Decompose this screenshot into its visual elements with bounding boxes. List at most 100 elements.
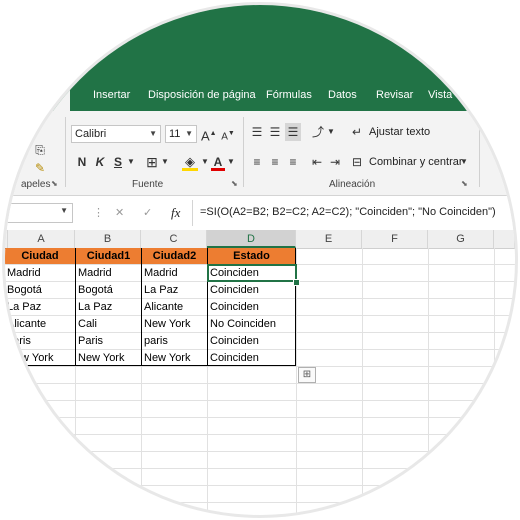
column-header-e[interactable]: E (296, 230, 362, 248)
table-cell[interactable]: Coinciden (208, 299, 295, 315)
tab-datos[interactable]: Datos (328, 81, 357, 111)
table-cell[interactable]: La Paz (142, 282, 207, 298)
table-cell[interactable]: Alicante (5, 316, 75, 332)
header-cell-ciudad1[interactable]: Ciudad1 (76, 248, 141, 264)
table-cell[interactable]: La Paz (5, 299, 75, 315)
group-divider (243, 117, 244, 187)
tab-disposicion[interactable]: Disposición de página (148, 81, 256, 111)
more-icon: ⋮ (93, 207, 104, 219)
table-cell[interactable]: New York (76, 350, 141, 366)
group-label-font: Fuente (132, 179, 164, 190)
table-cell[interactable]: paris (5, 333, 75, 349)
column-header-h[interactable] (494, 230, 515, 248)
table-cell[interactable]: Madrid (142, 265, 207, 281)
font-launcher-icon[interactable]: ⬊ (231, 179, 238, 188)
grow-font-button[interactable]: A▲ (201, 125, 217, 144)
fill-handle[interactable] (293, 279, 300, 286)
tab-revisar[interactable]: Revisar (376, 81, 413, 111)
table-cell[interactable]: New York (142, 350, 207, 366)
chevron-down-icon[interactable]: ▼ (127, 153, 135, 171)
italic-button[interactable]: K (93, 153, 107, 171)
table-cell[interactable]: Bogotá (76, 282, 141, 298)
table-cell[interactable]: No Coinciden (208, 316, 295, 332)
underline-button[interactable]: S (111, 153, 125, 171)
clipboard-launcher-icon[interactable]: ⬊ (51, 179, 58, 188)
formula-divider (192, 200, 193, 226)
alignment-launcher-icon[interactable]: ⬊ (461, 179, 468, 188)
wrap-text-icon[interactable]: ↵ (349, 123, 365, 141)
cancel-icon[interactable]: ✕ (115, 206, 124, 219)
column-header-c[interactable]: C (141, 230, 207, 248)
table-cell[interactable]: Alicante (142, 299, 207, 315)
format-painter-icon[interactable]: ✎ (31, 159, 49, 177)
group-divider (65, 117, 66, 187)
borders-icon[interactable]: ⊞ (143, 153, 161, 171)
copy-icon[interactable]: ⎘ (31, 141, 49, 159)
shrink-font-button[interactable]: A▼ (221, 125, 235, 143)
decrease-indent-icon[interactable]: ⇤ (309, 153, 325, 171)
group-label-clipboard: apeles (21, 179, 51, 190)
ribbon-tab-bar: io Insertar Disposición de página Fórmul… (5, 81, 515, 111)
quick-analysis-icon[interactable]: ⊞ (298, 367, 316, 383)
font-color-button[interactable]: A (211, 153, 225, 171)
worksheet-grid[interactable]: Ciudad Ciudad1 Ciudad2 Estado Madrid Mad… (5, 248, 515, 515)
align-bottom-icon[interactable]: ☰ (285, 123, 301, 141)
align-top-icon[interactable]: ☰ (249, 123, 265, 141)
table-cell[interactable]: Coinciden (208, 350, 295, 366)
table-cell[interactable]: Cali (76, 316, 141, 332)
table-cell[interactable]: New York (5, 350, 75, 366)
increase-indent-icon[interactable]: ⇥ (327, 153, 343, 171)
chevron-down-icon[interactable]: ▼ (227, 153, 235, 171)
formula-input[interactable]: =SI(O(A2=B2; B2=C2; A2=C2); "Coinciden";… (200, 206, 496, 218)
insert-function-icon[interactable]: fx (171, 205, 180, 221)
group-label-alignment: Alineación (329, 179, 376, 190)
table-cell[interactable]: Bogotá (5, 282, 75, 298)
header-cell-ciudad[interactable]: Ciudad (5, 248, 75, 264)
align-left-icon[interactable]: ≡ (249, 153, 265, 171)
shrink-font-label: A (221, 131, 228, 143)
table-cell[interactable]: New York (142, 316, 207, 332)
chevron-down-icon[interactable]: ▼ (327, 123, 335, 141)
column-header-f[interactable]: F (362, 230, 428, 248)
column-header-b[interactable]: B (75, 230, 141, 248)
table-cell[interactable]: Madrid (76, 265, 141, 281)
grow-font-label: A (201, 128, 210, 144)
enter-icon[interactable]: ✓ (143, 206, 152, 219)
tab-inicio[interactable]: io (47, 81, 70, 111)
chevron-down-icon[interactable]: ▼ (60, 206, 68, 215)
align-middle-icon[interactable]: ☰ (267, 123, 283, 141)
align-right-icon[interactable]: ≡ (285, 153, 301, 171)
ribbon: ⎘ ✎ apeles ⬊ Calibri ▼ 11 ▼ A▲ A▼ N K S … (5, 111, 515, 196)
column-header-a[interactable]: A (8, 230, 75, 248)
tab-vista[interactable]: Vista (428, 81, 452, 111)
wrap-text-button[interactable]: Ajustar texto (369, 126, 430, 138)
header-cell-estado[interactable]: Estado (208, 248, 295, 264)
font-size-value: 11 (169, 128, 181, 140)
table-cell[interactable]: Madrid (5, 265, 75, 281)
column-header-d[interactable]: D (207, 230, 296, 248)
table-cell[interactable]: Paris (76, 333, 141, 349)
tab-formulas[interactable]: Fórmulas (266, 81, 312, 111)
font-name-dropdown[interactable]: Calibri ▼ (71, 125, 161, 143)
fill-color-icon[interactable]: ◈ (181, 153, 199, 171)
table-cell[interactable]: La Paz (76, 299, 141, 315)
tab-insertar[interactable]: Insertar (93, 81, 130, 111)
orientation-icon[interactable]: ⤴ (309, 123, 327, 141)
bold-button[interactable]: N (75, 153, 89, 171)
chevron-down-icon[interactable]: ▼ (460, 153, 468, 171)
table-cell[interactable]: paris (142, 333, 207, 349)
font-name-value: Calibri (75, 128, 107, 140)
table-cell[interactable]: Coinciden (208, 333, 295, 349)
merge-center-icon[interactable]: ⊟ (349, 153, 365, 171)
font-color-label: A (213, 155, 223, 169)
merge-center-button[interactable]: Combinar y centrar (369, 156, 463, 168)
chevron-down-icon[interactable]: ▼ (161, 153, 169, 171)
table-cell[interactable]: Coinciden (208, 282, 295, 298)
chevron-down-icon[interactable]: ▼ (201, 153, 209, 171)
font-size-dropdown[interactable]: 11 ▼ (165, 125, 197, 143)
header-cell-ciudad2[interactable]: Ciudad2 (142, 248, 207, 264)
name-box[interactable]: ▼ (5, 203, 73, 223)
column-header-g[interactable]: G (428, 230, 494, 248)
gridline (296, 248, 297, 515)
align-center-icon[interactable]: ≡ (267, 153, 283, 171)
